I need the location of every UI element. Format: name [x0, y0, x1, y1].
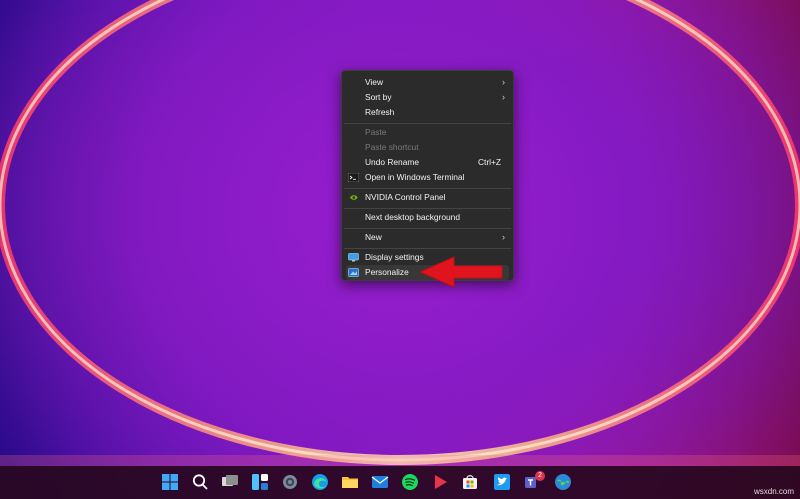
menu-item-paste: Paste — [346, 125, 509, 140]
search-icon[interactable] — [190, 472, 210, 492]
twitter-icon[interactable] — [492, 472, 512, 492]
menu-item-undo-rename[interactable]: Undo Rename Ctrl+Z — [346, 155, 509, 170]
menu-item-label: Paste — [365, 127, 387, 137]
menu-item-label: Paste shortcut — [365, 142, 419, 152]
microsoft-store-icon[interactable] — [460, 472, 480, 492]
menu-separator — [344, 208, 511, 209]
notification-badge: 2 — [535, 471, 545, 481]
menu-item-label: Undo Rename — [365, 157, 420, 167]
menu-item-label: Personalize — [365, 267, 409, 277]
menu-item-label: View — [365, 77, 384, 87]
menu-item-label: Display settings — [365, 252, 424, 262]
task-view-icon[interactable] — [220, 472, 240, 492]
menu-separator — [344, 188, 511, 189]
menu-item-label: Refresh — [365, 107, 395, 117]
menu-item-label: New — [365, 232, 382, 242]
menu-item-shortcut: Ctrl+Z — [477, 157, 501, 167]
browser-globe-icon[interactable] — [553, 472, 573, 492]
menu-item-label: Open in Windows Terminal — [365, 172, 465, 182]
desktop-context-menu: View › Sort by › Refresh Paste Paste sho… — [341, 70, 514, 281]
spotify-icon[interactable] — [400, 472, 420, 492]
menu-item-paste-shortcut: Paste shortcut — [346, 140, 509, 155]
menu-item-nvidia-control-panel[interactable]: NVIDIA Control Panel — [346, 190, 509, 205]
menu-item-label: Next desktop background — [365, 212, 460, 222]
menu-item-refresh[interactable]: Refresh — [346, 105, 509, 120]
windows-start-icon[interactable] — [160, 472, 180, 492]
menu-item-view[interactable]: View › — [346, 75, 509, 90]
display-icon — [348, 253, 359, 262]
nvidia-icon — [348, 193, 359, 202]
menu-separator — [344, 228, 511, 229]
menu-item-label: NVIDIA Control Panel — [365, 192, 446, 202]
menu-separator — [344, 123, 511, 124]
menu-item-open-terminal[interactable]: Open in Windows Terminal — [346, 170, 509, 185]
menu-item-sort-by[interactable]: Sort by › — [346, 90, 509, 105]
menu-item-next-desktop-background[interactable]: Next desktop background — [346, 210, 509, 225]
chevron-right-icon: › — [502, 77, 505, 87]
widgets-icon[interactable] — [250, 472, 270, 492]
mail-icon[interactable] — [370, 472, 390, 492]
menu-item-label: Sort by — [365, 92, 392, 102]
chevron-right-icon: › — [502, 92, 505, 102]
chevron-right-icon: › — [502, 232, 505, 242]
red-arrow-annotation — [418, 256, 503, 288]
watermark-text: wsxdn.com — [753, 487, 794, 496]
menu-separator — [344, 248, 511, 249]
terminal-icon — [348, 173, 359, 182]
settings-gear-icon[interactable] — [280, 472, 300, 492]
personalize-icon — [348, 268, 359, 277]
menu-item-new[interactable]: New › — [346, 230, 509, 245]
file-explorer-icon[interactable] — [340, 472, 360, 492]
media-player-icon[interactable] — [430, 472, 450, 492]
edge-icon[interactable] — [310, 472, 330, 492]
